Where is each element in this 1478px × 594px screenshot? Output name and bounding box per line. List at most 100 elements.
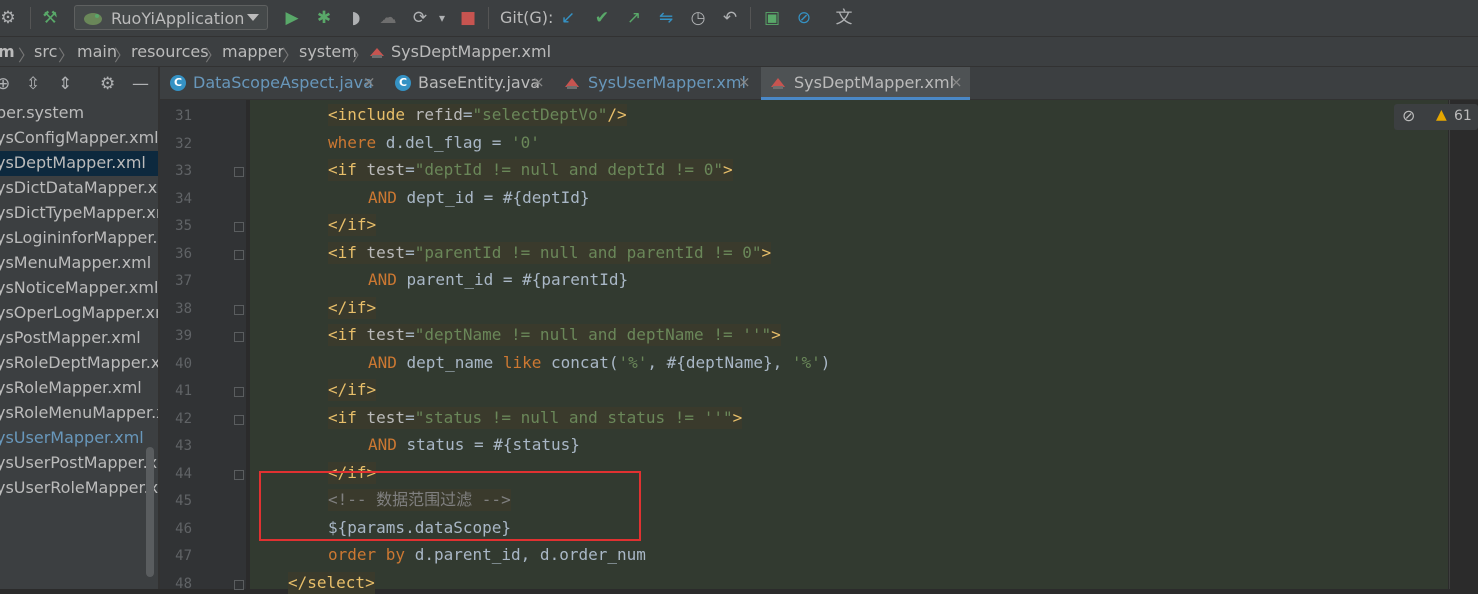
eye-hidden-icon[interactable]: ⊘ [1402,106,1415,125]
code-token: , #{deptName}, [647,352,792,372]
tree-item[interactable]: ysRoleMenuMapper.xml [0,401,158,426]
breadcrumb-item[interactable]: resources [131,42,209,61]
profiler-icon[interactable]: ☁ [378,8,398,28]
tree-item-label: per.system [0,103,85,122]
line-number: 42 [175,410,192,427]
close-icon[interactable]: × [950,73,963,91]
git-rollback-icon[interactable]: ↶ [720,8,740,28]
breadcrumb-item[interactable]: mapper [222,42,284,61]
hide-panel-icon[interactable]: — [132,74,149,94]
breadcrumb-item[interactable]: main [77,42,117,61]
close-icon[interactable]: × [532,73,545,91]
tree-item-label: ysPostMapper.xml [0,328,141,347]
code-token: AND [368,270,407,289]
breadcrumb-item-file[interactable]: SysDeptMapper.xml [391,42,551,61]
code-line: AND status = #{status} [368,434,580,456]
code-token: AND [368,435,407,454]
code-line: AND dept_id = #{deptId} [368,187,590,209]
breadcrumb-separator: 〉 [114,46,131,65]
code-token: /> [607,105,627,124]
expand-all-icon[interactable]: ⇳ [26,74,40,94]
gear-icon[interactable]: ⚙ [100,74,115,94]
breadcrumb-item[interactable]: system [299,42,357,61]
tree-item-label: ysRoleMapper.xml [0,378,142,397]
tree-item[interactable]: ysNoticeMapper.xml [0,276,158,301]
tree-item[interactable]: ysDictTypeMapper.xml [0,201,158,226]
stop-icon[interactable]: ■ [458,8,478,28]
git-push-icon[interactable]: ↗ [624,8,644,28]
tree-item-label: ysUserPostMapper.xml [0,453,158,472]
code-token: '%' [618,352,648,372]
tree-item[interactable]: ysRoleDeptMapper.xml [0,351,158,376]
disable-icon[interactable]: ⊘ [794,8,814,28]
tree-item[interactable]: per.system [0,101,158,126]
code-line: </if> [328,379,377,401]
tree-item[interactable]: ysOperLogMapper.xml [0,301,158,326]
code-token: <if [328,160,367,179]
coverage-shield-icon[interactable]: ◗ [346,8,366,28]
breadcrumb-separator: 〉 [352,46,369,65]
translate-icon[interactable]: 文 [834,8,854,28]
fold-marker-icon[interactable] [234,579,244,590]
git-update-icon[interactable]: ↙ [558,8,578,28]
line-number: 32 [175,135,192,152]
tree-item[interactable]: ysConfigMapper.xml [0,126,158,151]
line-number: 47 [175,548,192,564]
activity-monitor-icon[interactable]: ▣ [762,8,782,28]
fold-marker-icon[interactable] [234,414,244,425]
tab-datascopeaspect[interactable]: C DataScopeAspect.java × [160,67,382,100]
line-number: 45 [175,493,192,509]
breadcrumb-item[interactable]: m [0,42,15,61]
locate-file-icon[interactable]: ⊕ [0,74,10,94]
fold-marker-icon[interactable] [234,167,244,177]
build-hammer-icon[interactable]: ⚒ [40,8,60,28]
chevron-down-icon[interactable]: ▾ [432,8,452,28]
code-token: <if [328,325,367,344]
collapse-all-icon[interactable]: ⇕ [58,74,72,94]
fold-marker-icon[interactable] [234,304,244,315]
tab-sysusermapper[interactable]: SysUserMapper.xml × [555,67,760,100]
code-line: <include refid="selectDeptVo"/> [328,104,627,126]
code-token: <if [328,242,367,262]
line-number: 44 [175,465,192,482]
git-commit-icon[interactable]: ✔ [592,8,612,28]
breadcrumb-item[interactable]: src [34,42,57,61]
tree-item[interactable]: ysRoleMapper.xml [0,376,158,401]
tree-item[interactable]: ysDeptMapper.xml [0,151,158,176]
tree-item[interactable]: ysUserPostMapper.xml [0,451,158,476]
code-token: = [405,407,415,427]
line-number: 37 [175,273,192,289]
tree-item[interactable]: ysPostMapper.xml [0,326,158,351]
close-icon[interactable]: × [738,73,751,91]
code-token: > [761,242,772,262]
fold-marker-icon[interactable] [234,469,244,480]
code-token: "deptName != null and deptName != ''" [414,325,772,344]
tree-item[interactable]: ysUserMapper.xml [0,426,158,451]
fold-marker-icon[interactable] [234,222,244,232]
fold-marker-icon[interactable] [234,332,244,342]
tree-item-label: ysLogininforMapper.xml [0,228,158,247]
run-icon[interactable]: ▶ [282,8,302,28]
tree-item[interactable]: ysLogininforMapper.xml [0,226,158,251]
project-structure-icon[interactable]: ⚙ [0,8,18,28]
tree-item-label: ysRoleDeptMapper.xml [0,353,158,372]
tab-label: SysUserMapper.xml [588,73,746,92]
project-scrollbar[interactable] [146,447,154,577]
close-icon[interactable]: × [363,73,376,91]
code-line: </select> [288,571,375,594]
git-merge-icon[interactable]: ⇋ [656,8,676,28]
run-with-options-icon[interactable]: ⟳ [410,8,430,28]
tree-item[interactable]: ysUserRoleMapper.xml [0,476,158,501]
fold-marker-icon[interactable] [234,387,244,397]
tree-item[interactable]: ysMenuMapper.xml [0,251,158,276]
tab-baseentity[interactable]: C BaseEntity.java × [385,67,552,100]
tree-item[interactable]: ysDictDataMapper.xml [0,176,158,201]
line-number: 33 [175,163,192,179]
debug-bug-icon[interactable]: ✱ [314,8,334,28]
code-token: test [366,160,406,179]
fold-marker-icon[interactable] [234,249,244,260]
git-history-icon[interactable]: ◷ [688,8,708,28]
inspection-widget[interactable]: ⊘ ▲ 61 [1394,104,1478,130]
run-configuration-select[interactable]: RuoYiApplication [74,5,268,30]
tab-sysdeptmapper[interactable]: SysDeptMapper.xml × [761,67,970,100]
